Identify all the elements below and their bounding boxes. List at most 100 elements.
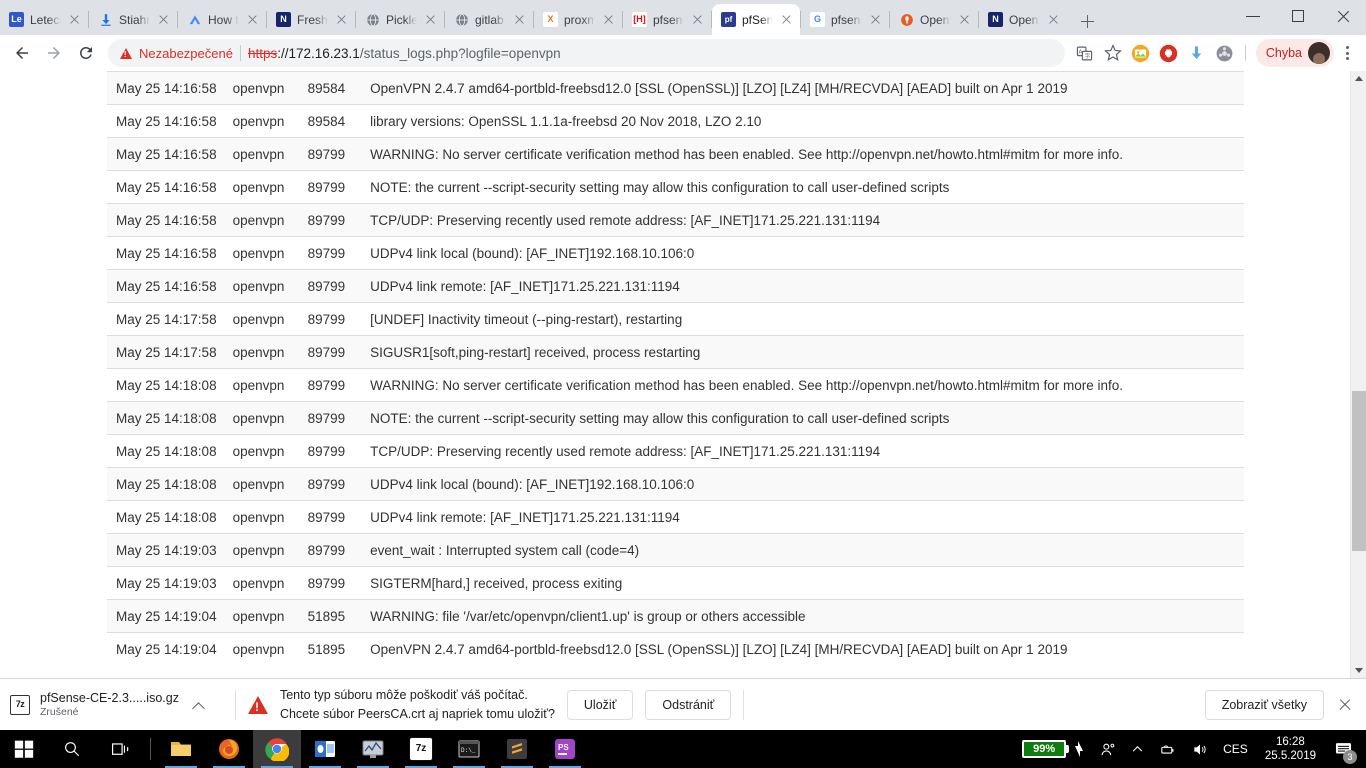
tab-close-icon[interactable] xyxy=(868,12,883,27)
taskbar-app-terminal[interactable]: D:\_ xyxy=(445,730,493,768)
table-row: May 25 14:19:03 openvpn 89799 SIGTERM[hard,… xyxy=(107,566,1244,600)
save-button[interactable]: Uložiť xyxy=(566,689,634,720)
clock-time: 16:28 xyxy=(1276,735,1305,748)
tab-favicon-icon xyxy=(98,12,113,27)
log-message: SIGUSR1[soft,ping-restart] received, pro… xyxy=(361,335,1244,369)
profile-chip[interactable]: Chyba xyxy=(1255,39,1334,67)
show-all-downloads-button[interactable]: Zobraziť všetky xyxy=(1204,689,1324,720)
forward-icon[interactable] xyxy=(38,37,70,69)
download-extension-icon[interactable] xyxy=(1183,39,1211,67)
reload-icon[interactable] xyxy=(70,37,102,69)
taskbar-app-7zip[interactable]: 7z xyxy=(397,730,445,768)
log-process: openvpn xyxy=(224,104,300,138)
tab-close-icon[interactable] xyxy=(1046,12,1061,27)
log-process: openvpn xyxy=(224,401,300,435)
table-row: May 25 14:17:58 openvpn 89799 SIGUSR1[soft,… xyxy=(107,335,1244,369)
back-icon[interactable] xyxy=(6,37,38,69)
tab-close-icon[interactable] xyxy=(423,12,438,27)
not-secure-icon xyxy=(120,47,132,59)
windows-taskbar: 7z D:\_ PS 99% CES 16:28 25.5.2019 3 xyxy=(0,730,1366,768)
log-message: WARNING: file '/var/etc/openvpn/client1.… xyxy=(361,599,1244,633)
tab-title: Fresh xyxy=(297,12,328,27)
taskbar-app-file-explorer[interactable] xyxy=(157,730,205,768)
language-indicator[interactable]: CES xyxy=(1216,730,1255,768)
maximize-button[interactable] xyxy=(1276,0,1321,32)
log-process: openvpn xyxy=(224,203,300,237)
tab-leteck-[interactable]: Le Letecký xyxy=(0,4,88,35)
network-icon[interactable] xyxy=(1151,730,1184,768)
taskbar-app-firefox[interactable] xyxy=(205,730,253,768)
tab-favicon-icon: N xyxy=(276,12,291,27)
people-icon[interactable] xyxy=(1093,730,1124,768)
tab-fresh[interactable]: N Fresh xyxy=(267,4,355,35)
tab-close-icon[interactable] xyxy=(67,12,82,27)
tab-proxmo[interactable]: Xproxmo xyxy=(534,4,622,35)
page-scrollbar[interactable] xyxy=(1350,71,1366,678)
log-pid: 89799 xyxy=(299,566,362,600)
tab-close-icon[interactable] xyxy=(156,12,171,27)
adblock-extension-icon[interactable] xyxy=(1155,39,1183,67)
volume-icon[interactable] xyxy=(1184,730,1216,768)
download-file-status: Zrušené xyxy=(40,706,79,719)
warning-line-1: Tento typ súboru môže poškodiť váš počít… xyxy=(279,688,528,703)
taskbar-app-sublime-text[interactable] xyxy=(493,730,541,768)
tab-openv[interactable]: N OpenV xyxy=(979,4,1067,35)
tab-title: Stiahnu xyxy=(119,12,150,27)
close-shelf-icon[interactable] xyxy=(1334,694,1356,716)
tab-close-icon[interactable] xyxy=(779,12,794,27)
taskbar-app-system-monitor[interactable] xyxy=(349,730,397,768)
log-pid: 89584 xyxy=(299,104,362,138)
taskbar-app-phpstorm[interactable]: PS xyxy=(541,730,589,768)
taskbar-app-google-chrome[interactable] xyxy=(253,730,301,768)
show-hidden-icons-chevron[interactable] xyxy=(1124,730,1151,768)
taskbar-app-outlook[interactable] xyxy=(301,730,349,768)
tab-close-icon[interactable] xyxy=(245,12,260,27)
tab-pfsens[interactable]: pf pfSens xyxy=(712,4,800,35)
tab-close-icon[interactable] xyxy=(601,12,616,27)
tab-gitlab[interactable]: gitlab xyxy=(445,4,533,35)
discard-button[interactable]: Odstrániť xyxy=(645,689,732,720)
translate-icon[interactable]: A字 xyxy=(1071,39,1099,67)
tab-close-icon[interactable] xyxy=(512,12,527,27)
tab-how-to[interactable]: How to xyxy=(178,4,266,35)
tab-close-icon[interactable] xyxy=(957,12,972,27)
log-pid: 89799 xyxy=(299,434,362,468)
log-process: openvpn xyxy=(224,170,300,204)
image-extension-icon[interactable] xyxy=(1127,39,1155,67)
search-icon[interactable] xyxy=(48,730,96,768)
scrollbar-thumb[interactable] xyxy=(1352,391,1366,551)
minimize-button[interactable] xyxy=(1231,0,1276,32)
tab-strip: Le Letecký Stiahnu How to N Fresh Pickle gitlab… xyxy=(0,0,1366,35)
tab-close-icon[interactable] xyxy=(334,12,349,27)
tab-close-icon[interactable] xyxy=(690,12,705,27)
log-process: openvpn xyxy=(224,269,300,303)
new-tab-button[interactable] xyxy=(1073,7,1101,35)
shelf-divider xyxy=(234,689,236,720)
task-view-icon[interactable] xyxy=(96,730,144,768)
film-extension-icon[interactable] xyxy=(1211,39,1239,67)
tab-stiahnu[interactable]: Stiahnu xyxy=(89,4,177,35)
download-item[interactable]: 7z pfSense-CE-2.3.....iso.gz Zrušené xyxy=(10,691,223,719)
log-time: May 25 14:16:58 xyxy=(107,104,225,138)
tab-pfsens[interactable]: Gpfsens xyxy=(801,4,889,35)
clock[interactable]: 16:28 25.5.2019 xyxy=(1255,730,1326,768)
tab-pickle[interactable]: Pickle xyxy=(356,4,444,35)
tab-pfsens[interactable]: [H] pfsens xyxy=(623,4,711,35)
scroll-up-icon[interactable] xyxy=(1351,71,1366,87)
log-time: May 25 14:19:04 xyxy=(107,599,225,633)
omnibox-divider xyxy=(239,45,241,61)
tab-favicon-icon xyxy=(365,12,380,27)
chevron-up-icon[interactable] xyxy=(189,695,209,715)
scroll-down-icon[interactable] xyxy=(1351,662,1366,678)
start-button[interactable] xyxy=(0,730,48,768)
chrome-menu-icon[interactable] xyxy=(1334,39,1360,67)
log-process: openvpn xyxy=(224,467,300,501)
address-bar[interactable]: Nezabezpečené https://172.16.23.1/status… xyxy=(108,39,1065,67)
close-window-button[interactable] xyxy=(1321,0,1366,32)
notification-center-icon[interactable]: 3 xyxy=(1326,730,1360,768)
bookmark-star-icon[interactable] xyxy=(1099,39,1127,67)
tab-title: pfsens xyxy=(653,12,684,27)
page-viewport: May 25 14:16:58 openvpn 89584 OpenVPN 2.4.7… xyxy=(0,71,1366,678)
tab-openv[interactable]: OpenV xyxy=(890,4,978,35)
battery-indicator[interactable]: 99% xyxy=(1015,730,1093,768)
